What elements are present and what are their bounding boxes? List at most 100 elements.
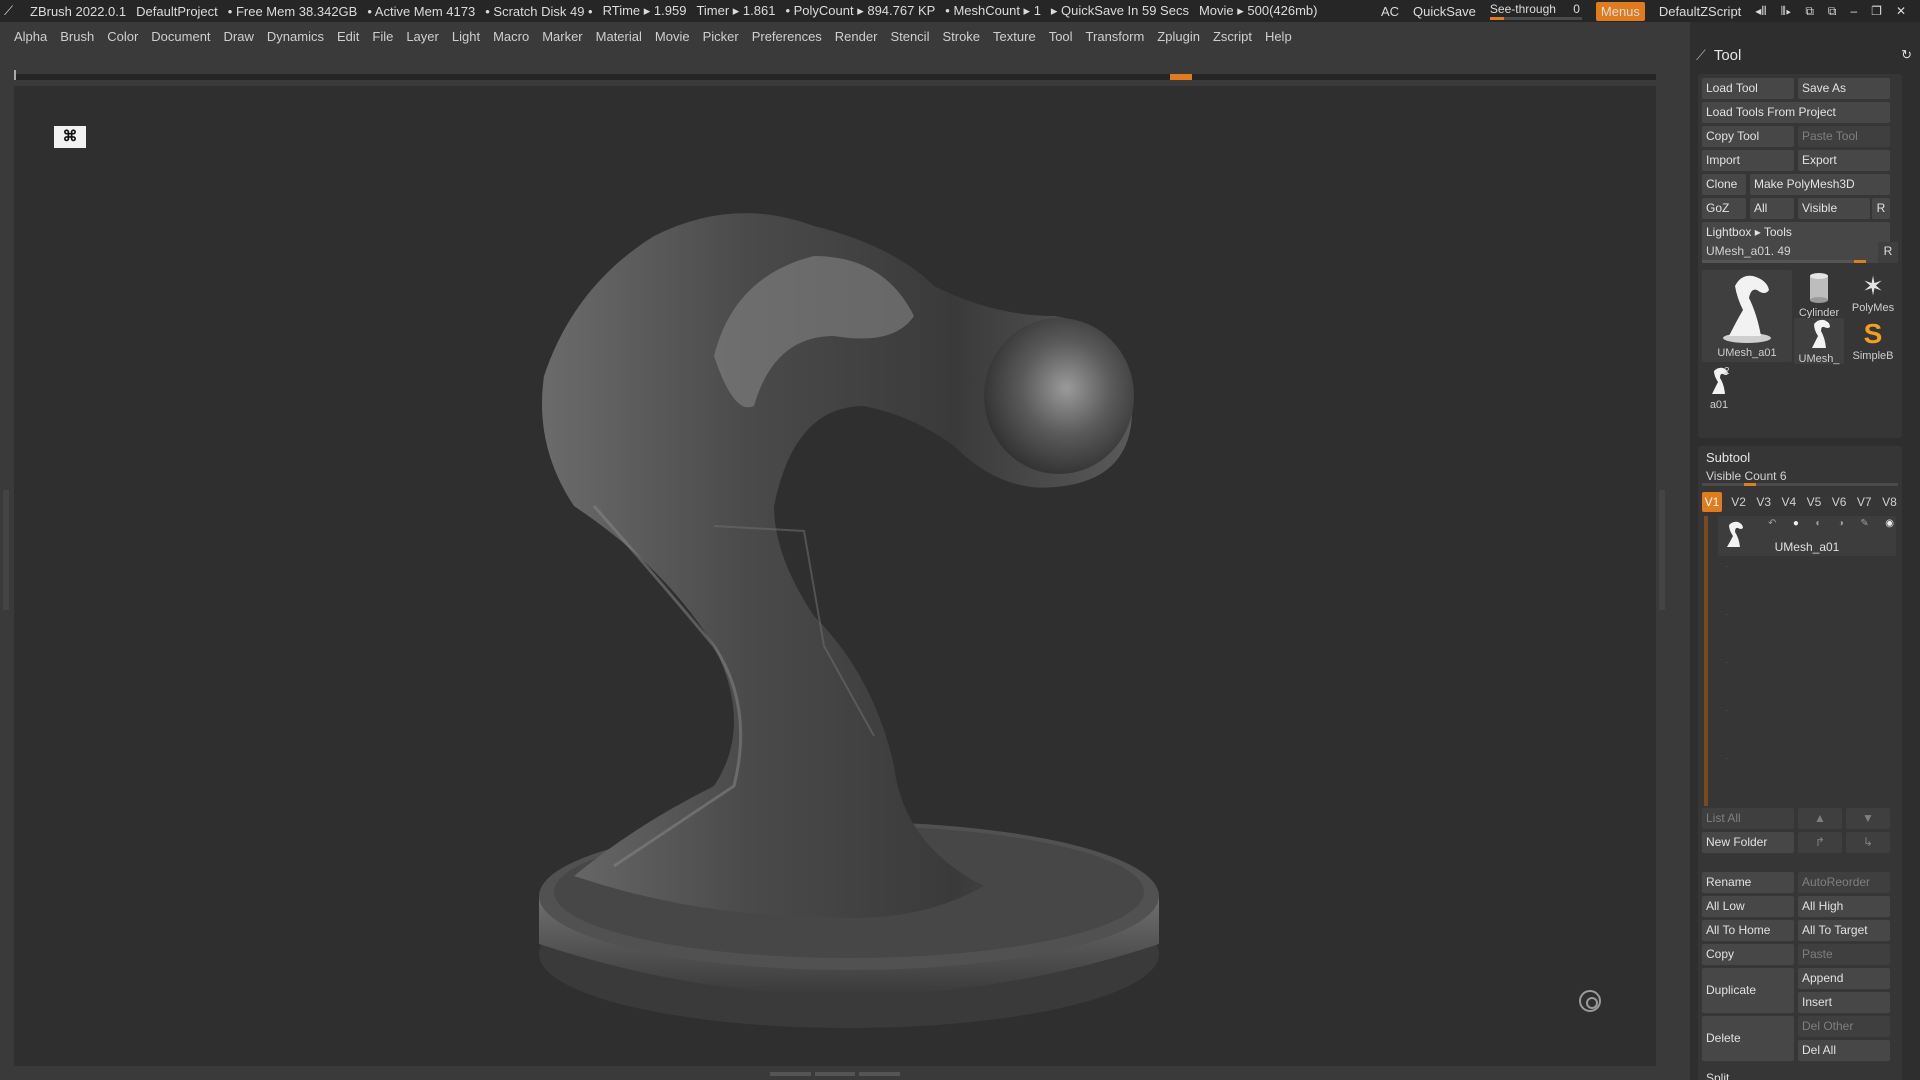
sculpt-mesh[interactable] <box>14 86 1656 1066</box>
paste-button[interactable]: Paste <box>1798 944 1890 965</box>
pin-icon[interactable]: ⟋ <box>1696 47 1706 64</box>
duplicate-button[interactable]: Duplicate <box>1702 968 1794 1013</box>
visibility-tab-v2[interactable]: V2 <box>1726 492 1751 512</box>
goz-button[interactable]: GoZ <box>1702 198 1746 219</box>
insert-button[interactable]: Insert <box>1798 992 1890 1013</box>
visibility-tab-v1[interactable]: V1 <box>1702 492 1722 512</box>
current-tool-slider-knob[interactable] <box>1854 260 1866 263</box>
menu-light[interactable]: Light <box>452 29 480 44</box>
ac-button[interactable]: AC <box>1381 4 1399 19</box>
left-tray-handle[interactable] <box>3 490 9 610</box>
all-low-button[interactable]: All Low <box>1702 896 1794 917</box>
menu-help[interactable]: Help <box>1265 29 1292 44</box>
all-high-button[interactable]: All High <box>1798 896 1890 917</box>
copy-tool-button[interactable]: Copy Tool <box>1702 126 1794 147</box>
menu-picker[interactable]: Picker <box>703 29 739 44</box>
menu-stencil[interactable]: Stencil <box>890 29 929 44</box>
all-to-home-button[interactable]: All To Home <box>1702 920 1794 941</box>
menu-file[interactable]: File <box>372 29 393 44</box>
autoreorder-button[interactable]: AutoReorder <box>1798 872 1890 893</box>
windows-icon[interactable]: ⧉ <box>1828 4 1837 19</box>
move-down-icon[interactable]: ▼ <box>1846 808 1890 829</box>
menu-transform[interactable]: Transform <box>1086 29 1145 44</box>
eye-icon[interactable]: ◉ <box>1885 518 1894 532</box>
subtool-title[interactable]: Subtool <box>1706 450 1750 465</box>
material-icon[interactable]: ◐ <box>1815 518 1821 532</box>
copy-button[interactable]: Copy <box>1702 944 1794 965</box>
menu-edit[interactable]: Edit <box>337 29 359 44</box>
menu-movie[interactable]: Movie <box>655 29 690 44</box>
menu-preferences[interactable]: Preferences <box>752 29 822 44</box>
solo-icon[interactable]: ◑ <box>1838 518 1844 532</box>
layout-right-icon[interactable]: ⦀▸ <box>1781 4 1792 19</box>
del-all-button[interactable]: Del All <box>1798 1040 1890 1061</box>
rename-button[interactable]: Rename <box>1702 872 1794 893</box>
layout-left-icon[interactable]: ◂⦀ <box>1755 4 1766 19</box>
visible-count-slider[interactable]: Visible Count 6 <box>1702 468 1898 486</box>
move-up-icon[interactable]: ▲ <box>1798 808 1842 829</box>
menu-marker[interactable]: Marker <box>542 29 582 44</box>
zscript-button[interactable]: DefaultZScript <box>1659 4 1741 19</box>
tool-thumb-cylinder[interactable]: Cylinder <box>1794 270 1844 319</box>
make-polymesh3d-button[interactable]: Make PolyMesh3D <box>1750 174 1890 195</box>
menu-dynamics[interactable]: Dynamics <box>267 29 324 44</box>
delete-button[interactable]: Delete <box>1702 1016 1794 1061</box>
del-other-button[interactable]: Del Other <box>1798 1016 1890 1037</box>
tool-thumb-a01[interactable]: 2 a01 <box>1704 366 1734 412</box>
goz-all-button[interactable]: All <box>1750 198 1794 219</box>
navigation-gizmo-icon[interactable] <box>1579 990 1601 1012</box>
tool-thumb-main[interactable]: UMesh_a01 <box>1702 270 1792 362</box>
tool-thumb-simplebrush[interactable]: S SimpleB <box>1844 318 1902 364</box>
menu-macro[interactable]: Macro <box>493 29 529 44</box>
current-tool-slider[interactable]: UMesh_a01. 49 R <box>1702 242 1898 263</box>
polypaint-icon[interactable]: ● <box>1793 518 1799 532</box>
minimize-icon[interactable]: – <box>1850 4 1857 18</box>
menu-document[interactable]: Document <box>151 29 210 44</box>
visibility-tab-v5[interactable]: V5 <box>1801 492 1826 512</box>
refresh-icon[interactable]: ↻ <box>1901 47 1912 63</box>
menu-zplugin[interactable]: Zplugin <box>1157 29 1200 44</box>
visibility-tab-v7[interactable]: V7 <box>1852 492 1877 512</box>
menus-toggle-button[interactable]: Menus <box>1595 1 1645 21</box>
menu-texture[interactable]: Texture <box>993 29 1036 44</box>
subtool-item[interactable]: ↶ ● ◐ ◑ ✎ ◉ UMesh_a01 <box>1718 516 1896 556</box>
see-through-slider[interactable]: See-through 0 <box>1489 2 1582 20</box>
load-tool-button[interactable]: Load Tool <box>1702 78 1794 99</box>
visibility-tab-v4[interactable]: V4 <box>1776 492 1801 512</box>
folder-out-icon[interactable]: ↳ <box>1846 832 1890 853</box>
menu-zscript[interactable]: Zscript <box>1213 29 1252 44</box>
timeline-marker[interactable] <box>1170 74 1192 80</box>
menu-color[interactable]: Color <box>107 29 138 44</box>
current-tool-r-button[interactable]: R <box>1878 242 1898 263</box>
menu-draw[interactable]: Draw <box>224 29 254 44</box>
brush-icon[interactable]: ✎ <box>1860 518 1868 532</box>
bottom-tray-handle[interactable] <box>770 1070 901 1078</box>
new-folder-button[interactable]: New Folder <box>1702 832 1794 853</box>
import-button[interactable]: Import <box>1702 150 1794 171</box>
undo-arrow-icon[interactable]: ↶ <box>1768 518 1776 532</box>
save-as-button[interactable]: Save As <box>1798 78 1890 99</box>
stack-icon[interactable]: ⧉ <box>1805 4 1814 19</box>
menu-brush[interactable]: Brush <box>60 29 94 44</box>
split-section-header[interactable]: Split <box>1702 1068 1890 1080</box>
goz-r-button[interactable]: R <box>1872 198 1890 219</box>
menu-layer[interactable]: Layer <box>406 29 439 44</box>
visibility-tab-v6[interactable]: V6 <box>1827 492 1852 512</box>
right-tray-handle[interactable] <box>1659 490 1665 610</box>
append-button[interactable]: Append <box>1798 968 1890 989</box>
tool-thumb-umesh[interactable]: UMesh_ <box>1794 318 1844 365</box>
all-to-target-button[interactable]: All To Target <box>1798 920 1890 941</box>
menu-alpha[interactable]: Alpha <box>14 29 47 44</box>
menu-render[interactable]: Render <box>835 29 878 44</box>
timeline-track[interactable] <box>14 70 1656 80</box>
lightbox-tools-button[interactable]: Lightbox ▸ Tools <box>1702 222 1890 243</box>
visibility-tab-v8[interactable]: V8 <box>1877 492 1902 512</box>
export-button[interactable]: Export <box>1798 150 1890 171</box>
load-tools-from-project-button[interactable]: Load Tools From Project <box>1702 102 1890 123</box>
subtool-scrollbar[interactable] <box>1704 516 1708 806</box>
clone-button[interactable]: Clone <box>1702 174 1746 195</box>
restore-icon[interactable]: ❐ <box>1871 4 1882 18</box>
quicksave-button[interactable]: QuickSave <box>1413 4 1476 19</box>
tool-thumb-polymesh[interactable]: ✶ PolyMes <box>1844 270 1902 316</box>
close-icon[interactable]: ✕ <box>1896 4 1906 18</box>
